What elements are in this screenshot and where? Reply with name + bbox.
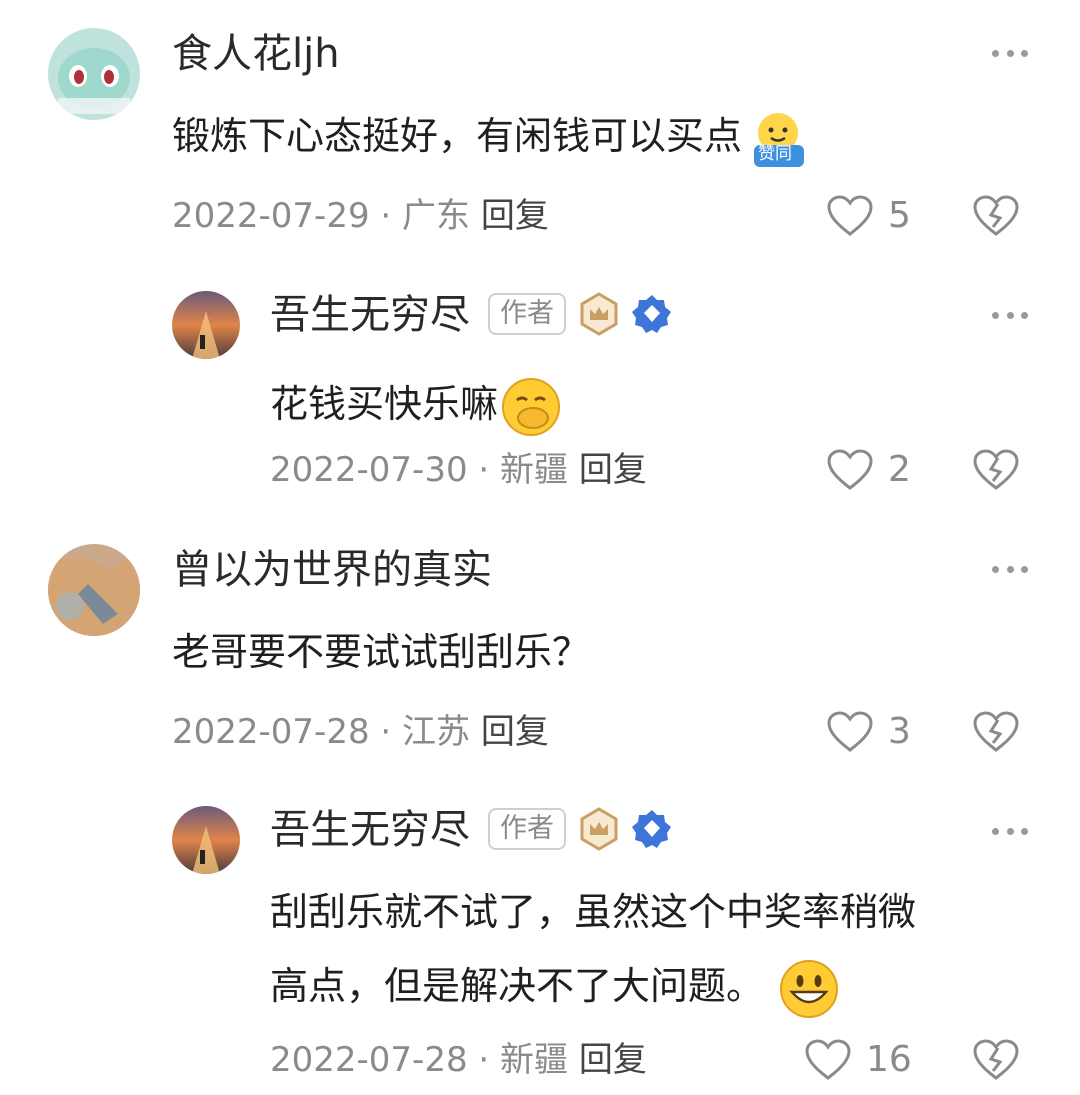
- comment-region: 新疆: [500, 450, 569, 490]
- heart-icon: [827, 195, 873, 236]
- comment-meta: 2022-07-28 · 新疆 回复: [270, 1039, 647, 1081]
- separator: ·: [380, 712, 392, 752]
- heart-icon: [827, 711, 873, 752]
- avatar[interactable]: [172, 291, 240, 359]
- verified-badge-icon: [632, 810, 671, 848]
- more-icon[interactable]: [992, 312, 1028, 322]
- comment-text: 老哥要不要试试刮刮乐？: [172, 616, 590, 688]
- heart-icon: [805, 1039, 851, 1080]
- crown-badge-icon: [580, 807, 618, 851]
- broken-heart-icon[interactable]: [972, 710, 1020, 754]
- comment-region: 广东: [402, 196, 471, 236]
- comment-text-line: 高点，但是解决不了大问题。: [270, 950, 840, 1022]
- agree-emoji-label: 赞同: [758, 143, 793, 164]
- comment-text-body: 老哥要不要试试刮刮乐？: [172, 630, 591, 674]
- username[interactable]: 食人花ljh: [172, 30, 340, 78]
- like-count: 16: [866, 1039, 912, 1080]
- broken-heart-icon[interactable]: [972, 448, 1020, 492]
- comment-date: 2022-07-29: [172, 196, 370, 236]
- agree-emoji-icon: 赞同: [744, 109, 808, 169]
- more-icon[interactable]: [992, 50, 1028, 60]
- comment-date: 2022-07-30: [270, 450, 468, 490]
- comment-region: 江苏: [402, 712, 471, 752]
- separator: ·: [478, 450, 490, 490]
- cover-mouth-emoji-icon: [500, 376, 562, 438]
- author-tag: 作者: [488, 293, 566, 335]
- like-count: 3: [888, 711, 911, 752]
- comment-meta: 2022-07-28 · 江苏 回复: [172, 711, 549, 753]
- comment-text: 锻炼下心态挺好，有闲钱可以买点 赞同: [172, 100, 808, 172]
- broken-heart-icon[interactable]: [972, 194, 1020, 238]
- comment-text-body: 刮刮乐就不试了，虽然这个中奖率稍微: [270, 890, 917, 934]
- comment-text-line: 刮刮乐就不试了，虽然这个中奖率稍微: [270, 876, 916, 948]
- comment-text-body: 锻炼下心态挺好，有闲钱可以买点: [172, 114, 743, 158]
- like-button[interactable]: 3: [826, 710, 911, 754]
- separator: ·: [380, 196, 392, 236]
- like-count: 2: [888, 449, 911, 490]
- comment-meta: 2022-07-30 · 新疆 回复: [270, 449, 647, 491]
- more-icon[interactable]: [992, 566, 1028, 576]
- comment-region: 新疆: [500, 1040, 569, 1080]
- like-button[interactable]: 5: [826, 194, 911, 238]
- comment-date: 2022-07-28: [270, 1040, 468, 1080]
- more-icon[interactable]: [992, 828, 1028, 838]
- username[interactable]: 吾生无穷尽: [270, 806, 470, 854]
- grin-emoji-icon: [778, 958, 840, 1020]
- avatar[interactable]: [172, 806, 240, 874]
- heart-icon: [827, 449, 873, 490]
- comment-text-body: 高点，但是解决不了大问题。: [270, 964, 765, 1008]
- reply-button[interactable]: 回复: [481, 712, 549, 752]
- broken-heart-icon[interactable]: [972, 1038, 1020, 1082]
- separator: ·: [478, 1040, 490, 1080]
- comment-meta: 2022-07-29 · 广东 回复: [172, 195, 549, 237]
- reply-button[interactable]: 回复: [579, 450, 647, 490]
- crown-badge-icon: [580, 292, 618, 336]
- username[interactable]: 吾生无穷尽: [270, 291, 470, 339]
- verified-badge-icon: [632, 295, 671, 333]
- reply-button[interactable]: 回复: [481, 196, 549, 236]
- comment-date: 2022-07-28: [172, 712, 370, 752]
- avatar[interactable]: [48, 28, 140, 120]
- like-button[interactable]: 2: [826, 448, 911, 492]
- author-tag: 作者: [488, 808, 566, 850]
- like-count: 5: [888, 195, 911, 236]
- reply-button[interactable]: 回复: [579, 1040, 647, 1080]
- like-button[interactable]: 16: [804, 1038, 912, 1082]
- comment-text-body: 花钱买快乐嘛: [270, 382, 499, 426]
- comment-text: 花钱买快乐嘛: [270, 368, 562, 440]
- avatar[interactable]: [48, 544, 140, 636]
- username[interactable]: 曾以为世界的真实: [172, 546, 492, 594]
